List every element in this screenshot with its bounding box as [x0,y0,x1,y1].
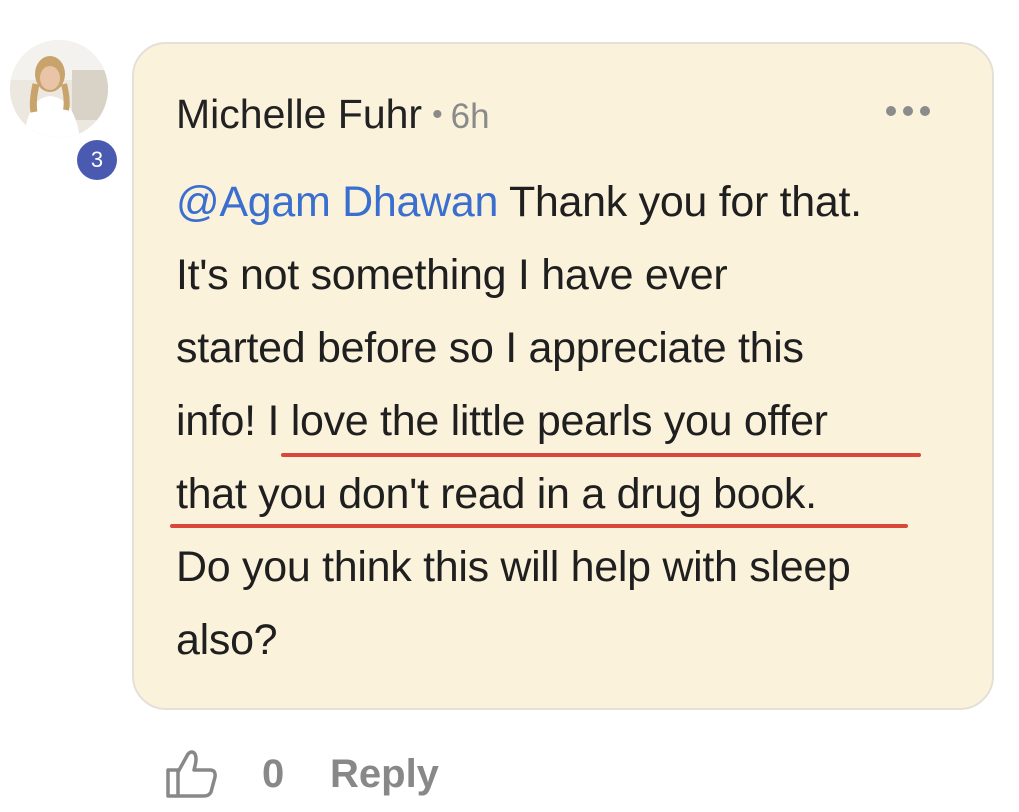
level-badge: 3 [72,135,122,185]
avatar-photo [10,40,108,138]
reply-button[interactable]: Reply [330,752,439,797]
comment-thread: 3 Michelle Fuhr • 6h @Agam Dhawan Thank yo… [0,0,1019,812]
avatar[interactable] [10,40,108,138]
red-underline [281,453,921,457]
more-horizontal-icon[interactable] [886,104,930,118]
author-name[interactable]: Michelle Fuhr [176,91,422,137]
comment-line: @Agam Dhawan Thank you for that. [176,166,976,239]
highlighted-text: that you don't read in a drug book. [176,470,817,518]
comment-line: Do you think this will help with sleep [176,543,851,591]
comment-body: @Agam Dhawan Thank you for that. It's no… [170,166,976,677]
like-count: 0 [262,752,285,796]
comment-line: It's not something I have ever [176,251,728,299]
comment-bubble: Michelle Fuhr • 6h @Agam Dhawan Thank you … [132,42,994,710]
thumbs-up-icon[interactable] [164,748,220,800]
avatar-container[interactable]: 3 [10,40,122,185]
badge-count: 3 [77,140,117,180]
comment-text-segment: Thank you for that. [498,178,862,226]
highlighted-text: I love the little pearls you offer [267,397,828,445]
comment-line: that you don't read in a drug book. [170,458,976,531]
mention-link[interactable]: @Agam Dhawan [176,178,498,226]
comment-line: also? [176,616,278,664]
comment-text-segment: info! [176,397,268,445]
red-underline [170,524,908,528]
comment-header: Michelle Fuhr • 6h [176,91,490,139]
comment-line: info! I love the little pearls you offer [176,385,976,458]
comment-line: started before so I appreciate this [176,324,804,372]
meta-separator: • [432,98,443,131]
timestamp[interactable]: 6h [451,97,490,136]
